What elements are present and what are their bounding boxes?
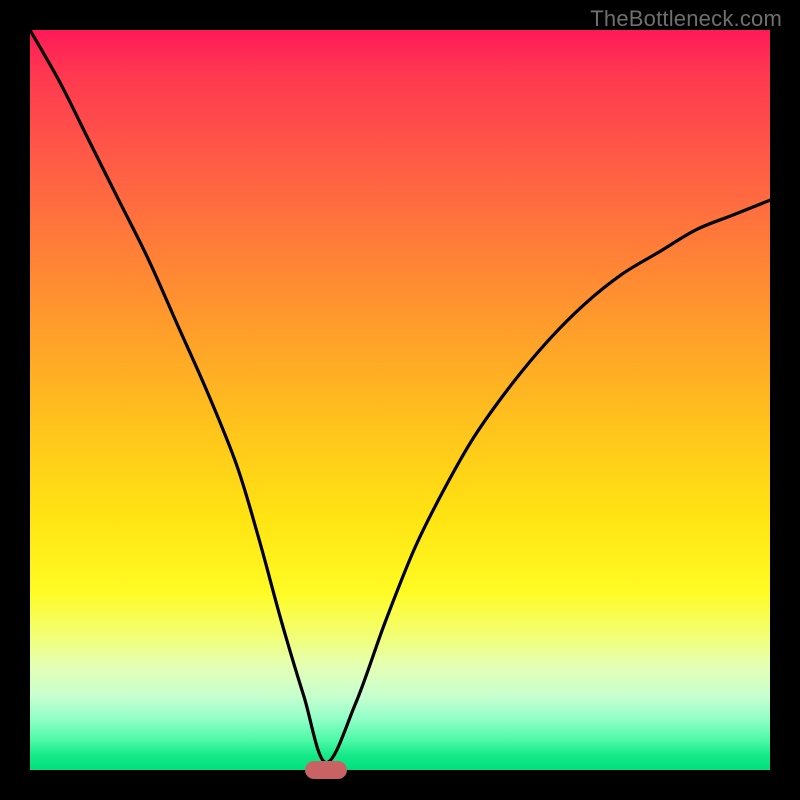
bottleneck-curve: [30, 30, 770, 770]
plot-area: [30, 30, 770, 770]
watermark-text: TheBottleneck.com: [590, 6, 782, 32]
optimum-marker: [305, 761, 347, 779]
chart-frame: TheBottleneck.com: [0, 0, 800, 800]
